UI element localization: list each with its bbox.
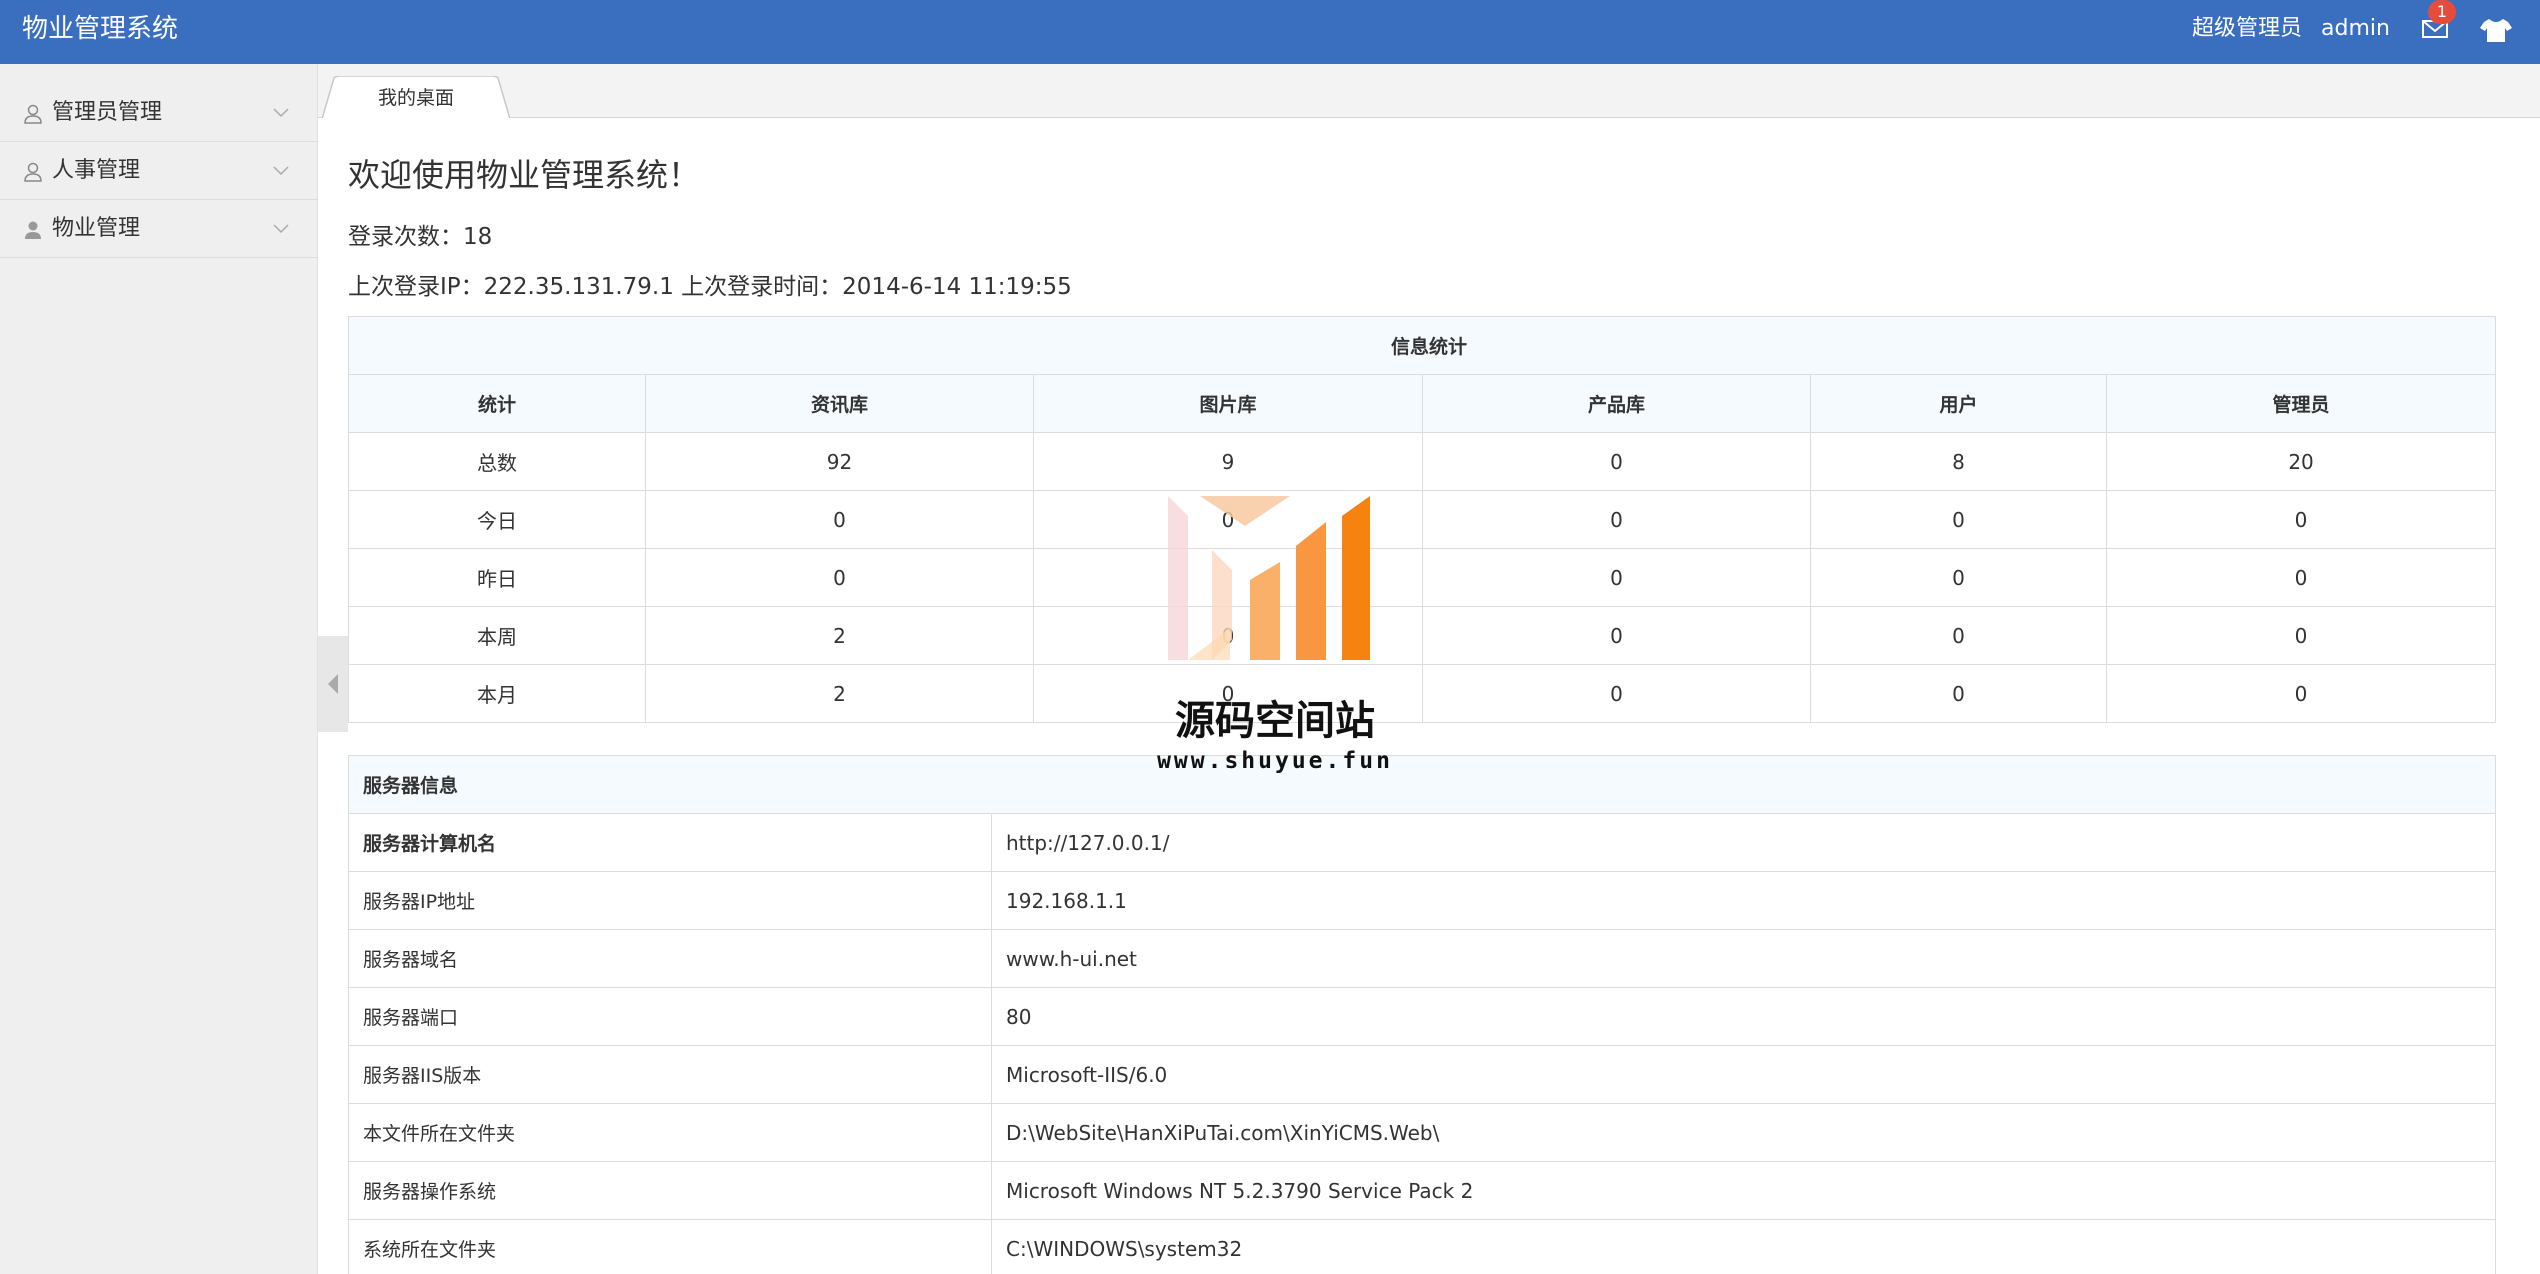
chevron-down-icon [273, 224, 289, 234]
tab-label: 我的桌面 [377, 87, 454, 109]
table-cell: 0 [1422, 432, 1811, 491]
top-navbar: 物业管理系统 超级管理员 admin 1 [0, 0, 2540, 64]
column-header: 图片库 [1033, 374, 1423, 433]
user-filled-icon [25, 221, 41, 239]
table-cell: 今日 [348, 490, 646, 549]
watermark-text: 源码空间站 [1175, 698, 1375, 744]
welcome-title: 欢迎使用物业管理系统！ [348, 156, 701, 194]
user-outline-icon [24, 162, 42, 182]
table-cell: www.h-ui.net [990, 929, 2497, 988]
table-cell: 20 [2105, 432, 2497, 491]
table-row: 本文件所在文件夹 D:\WebSite\HanXiPuTai.com\XinYi… [348, 1103, 2497, 1162]
table-cell: 本文件所在文件夹 [348, 1103, 992, 1162]
sidebar: 管理员管理 人事管理 物业管理 [0, 64, 318, 1274]
table-cell: 8 [1810, 432, 2107, 491]
tab-my-desktop[interactable]: 我的桌面 [322, 76, 510, 119]
table-cell: Microsoft-IIS/6.0 [990, 1045, 2497, 1104]
column-header: 产品库 [1422, 374, 1811, 433]
table-cell: 0 [1422, 606, 1811, 665]
user-role: 超级管理员 [2192, 16, 2303, 41]
table-cell: 昨日 [348, 548, 646, 607]
sidebar-item-label: 管理员管理 [52, 100, 163, 125]
table-row: 总数 92 9 0 8 20 [348, 432, 2497, 491]
table-cell: 192.168.1.1 [990, 871, 2497, 930]
table-row: 服务器计算机名 http://127.0.0.1/ [348, 813, 2497, 872]
table-cell: 0 [1810, 548, 2107, 607]
table-cell: 0 [1422, 548, 1811, 607]
table-cell: 0 [645, 490, 1034, 549]
watermark-url: www.shuyue.fun [1157, 748, 1393, 774]
table-cell: 0 [1422, 664, 1811, 723]
login-count: 登录次数：18 [348, 224, 493, 250]
table-cell: 0 [2105, 490, 2497, 549]
table-cell: 9 [1033, 432, 1423, 491]
table-cell: 0 [2105, 548, 2497, 607]
table-cell: http://127.0.0.1/ [990, 813, 2497, 872]
column-header: 管理员 [2105, 374, 2497, 433]
table-row: 服务器操作系统 Microsoft Windows NT 5.2.3790 Se… [348, 1161, 2497, 1220]
table-cell: 0 [1810, 606, 2107, 665]
table-row: 系统所在文件夹 C:\WINDOWS\system32 [348, 1219, 2497, 1274]
sidebar-item-property-management[interactable]: 物业管理 [0, 200, 318, 258]
sidebar-item-admin-management[interactable]: 管理员管理 [0, 84, 318, 142]
sidebar-collapse-toggle[interactable] [318, 636, 348, 732]
table-cell: 80 [990, 987, 2497, 1046]
sidebar-item-label: 人事管理 [52, 158, 141, 183]
table-cell: 总数 [348, 432, 646, 491]
tshirt-skin-icon [2480, 19, 2512, 42]
server-info-table: 服务器信息 服务器计算机名 http://127.0.0.1/ 服务器IP地址 … [347, 755, 2497, 1274]
table-cell: 本月 [348, 664, 646, 723]
sidebar-item-hr-management[interactable]: 人事管理 [0, 142, 318, 200]
table-cell: C:\WINDOWS\system32 [990, 1219, 2497, 1274]
table-cell: 0 [645, 548, 1034, 607]
table-cell: 0 [2105, 606, 2497, 665]
message-count-badge: 1 [2428, 0, 2456, 24]
table-row: 服务器域名 www.h-ui.net [348, 929, 2497, 988]
table-cell: 0 [1422, 490, 1811, 549]
table-cell: 0 [1810, 664, 2107, 723]
app-title[interactable]: 物业管理系统 [22, 0, 178, 58]
table-row: 今日 0 0 0 0 0 [348, 490, 2497, 549]
table-cell: Microsoft Windows NT 5.2.3790 Service Pa… [990, 1161, 2497, 1220]
table-row: 服务器IIS版本 Microsoft-IIS/6.0 [348, 1045, 2497, 1104]
table-cell: 服务器域名 [348, 929, 992, 988]
stats-table-caption: 信息统计 [347, 316, 2497, 375]
chevron-down-icon [273, 166, 289, 176]
table-cell: 服务器IIS版本 [348, 1045, 992, 1104]
table-cell: 2 [645, 664, 1034, 723]
caret-left-icon [328, 674, 338, 694]
table-row: 本月 2 0 0 0 0 [348, 664, 2497, 723]
chevron-down-icon [273, 108, 289, 118]
table-cell: 服务器计算机名 [348, 813, 992, 872]
table-cell: 服务器IP地址 [348, 871, 992, 930]
table-row: 昨日 0 0 0 0 [348, 548, 2497, 607]
table-cell: D:\WebSite\HanXiPuTai.com\XinYiCMS.Web\ [990, 1103, 2497, 1162]
table-cell: 0 [1810, 490, 2107, 549]
user-outline-icon [24, 104, 42, 124]
table-cell: 2 [645, 606, 1034, 665]
tab-bar [318, 64, 2540, 118]
table-row: 服务器端口 80 [348, 987, 2497, 1046]
column-header: 统计 [348, 374, 646, 433]
column-header: 用户 [1810, 374, 2107, 433]
user-name-dropdown[interactable]: admin [2321, 0, 2390, 58]
table-cell: 92 [645, 432, 1034, 491]
column-header: 资讯库 [645, 374, 1034, 433]
server-table-caption: 服务器信息 [347, 755, 2497, 814]
table-row: 本周 2 0 0 0 0 [348, 606, 2497, 665]
table-cell: 0 [2105, 664, 2497, 723]
table-cell: 服务器操作系统 [348, 1161, 992, 1220]
table-cell: 本周 [348, 606, 646, 665]
table-cell: 系统所在文件夹 [348, 1219, 992, 1274]
table-row: 服务器IP地址 192.168.1.1 [348, 871, 2497, 930]
sidebar-item-label: 物业管理 [52, 216, 141, 241]
last-login-info: 上次登录IP：222.35.131.79.1 上次登录时间：2014-6-14 … [348, 274, 1072, 300]
skin-switcher-button[interactable] [2477, 16, 2515, 44]
stats-table: 信息统计 统计 资讯库 图片库 产品库 用户 管理员 总数 92 9 0 8 2… [347, 316, 2497, 723]
table-cell: 服务器端口 [348, 987, 992, 1046]
